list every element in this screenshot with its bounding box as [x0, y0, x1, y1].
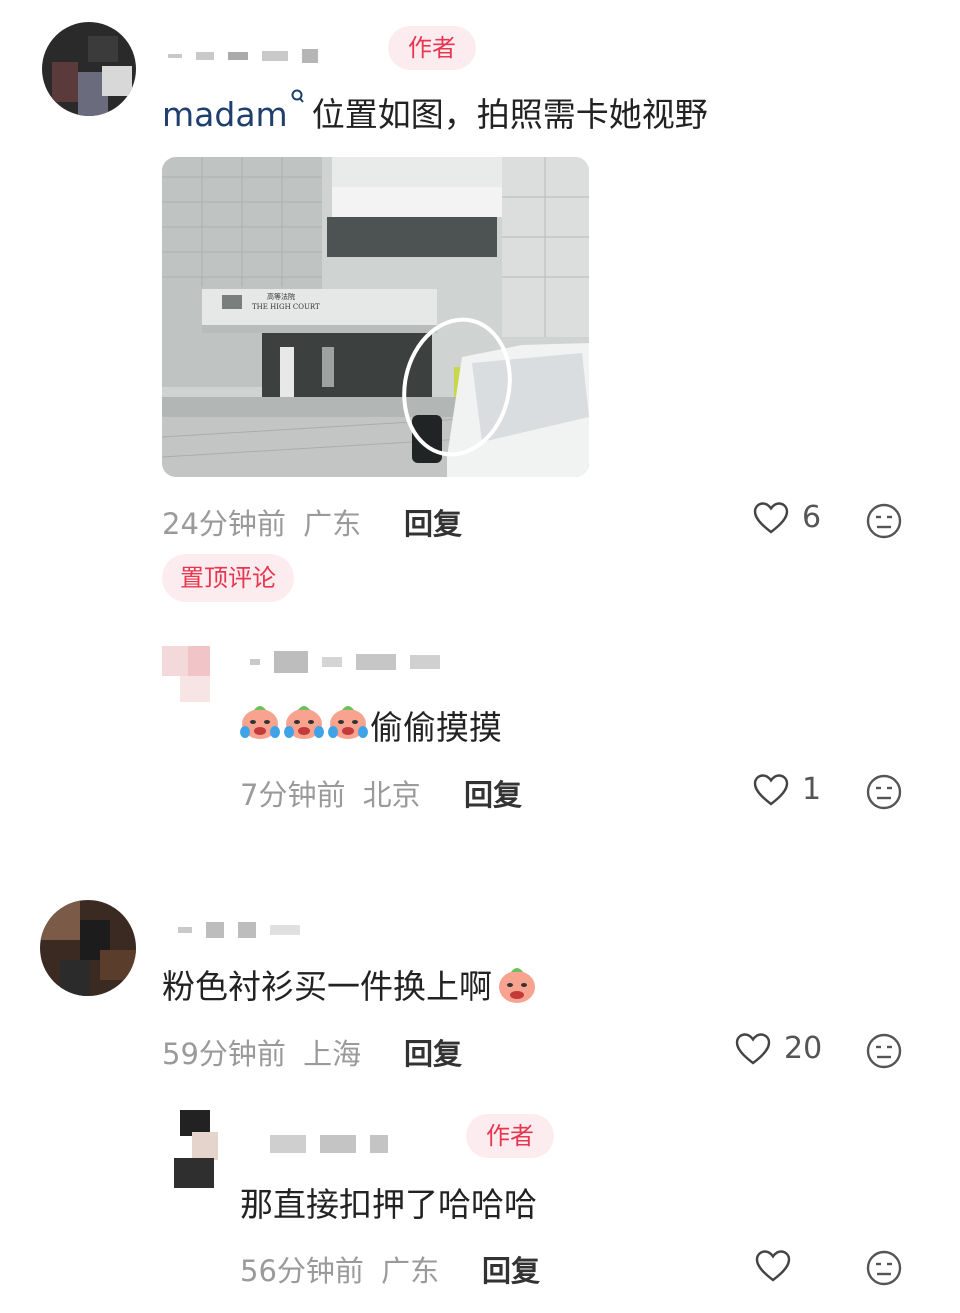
reply-location: 北京	[362, 778, 421, 812]
comment-time: 24分钟前	[162, 507, 286, 541]
reply-meta: 7分钟前 北京	[240, 772, 421, 814]
like-count: 6	[802, 500, 822, 535]
heart-icon	[753, 501, 789, 534]
reply-time: 7分钟前	[240, 778, 346, 812]
author-badge: 作者	[466, 1114, 554, 1158]
author-name[interactable]	[178, 918, 300, 942]
like-button[interactable]: 1	[752, 772, 821, 807]
comment-body: 位置如图，拍照需卡她视野	[311, 95, 708, 134]
reply-button[interactable]: 回复	[482, 1248, 540, 1290]
crying-peach-emoji	[240, 700, 370, 750]
reply-body: 偷偷摸摸	[370, 708, 502, 747]
heart-icon	[735, 1032, 771, 1065]
comment-meta: 24分钟前 广东	[162, 501, 361, 543]
avatar[interactable]	[162, 646, 234, 702]
heart-icon	[755, 1250, 791, 1282]
avatar[interactable]	[40, 900, 136, 996]
like-count: 20	[784, 1031, 823, 1066]
comment-photo[interactable]: 高等法院 THE HIGH COURT	[162, 157, 589, 477]
heart-icon	[753, 773, 789, 806]
author-name[interactable]	[250, 650, 440, 674]
reply-location: 广东	[381, 1254, 440, 1288]
comment-location: 广东	[303, 507, 362, 541]
comment-text: madam 位置如图，拍照需卡她视野	[162, 88, 708, 136]
smiley-face-icon[interactable]	[865, 1249, 903, 1287]
pinned-badge: 置顶评论	[162, 554, 294, 602]
author-badge: 作者	[388, 26, 476, 70]
avatar[interactable]	[168, 1110, 234, 1188]
author-name[interactable]	[270, 1132, 388, 1156]
smiley-face-icon[interactable]	[865, 502, 903, 540]
reply-button[interactable]: 回复	[404, 501, 462, 543]
mention-link[interactable]: madam	[162, 95, 288, 134]
reply-text: 偷偷摸摸	[240, 700, 502, 750]
reply-button[interactable]: 回复	[404, 1031, 462, 1073]
like-count: 1	[802, 772, 822, 807]
like-button[interactable]	[754, 1249, 804, 1283]
court-sign-cn: 高等法院	[267, 292, 295, 301]
like-button[interactable]: 6	[752, 500, 821, 535]
comment-meta: 59分钟前 上海	[162, 1031, 361, 1073]
court-sign-en: THE HIGH COURT	[252, 303, 320, 311]
comment-location: 上海	[303, 1037, 362, 1071]
crying-peach-emoji	[499, 968, 535, 1003]
reply-meta: 56分钟前 广东	[240, 1248, 439, 1290]
reply-text: 那直接扣押了哈哈哈	[240, 1185, 537, 1224]
court-building-photo: 高等法院 THE HIGH COURT	[162, 157, 589, 477]
comment-text: 粉色衬衫买一件换上啊	[162, 960, 538, 1008]
author-name[interactable]	[168, 44, 318, 68]
comment-body: 粉色衬衫买一件换上啊	[162, 967, 492, 1006]
like-button[interactable]: 20	[734, 1031, 822, 1066]
smiley-face-icon[interactable]	[865, 773, 903, 811]
comment-time: 59分钟前	[162, 1037, 286, 1071]
smiley-face-icon[interactable]	[865, 1032, 903, 1070]
search-icon	[291, 89, 304, 103]
reply-button[interactable]: 回复	[464, 772, 522, 814]
reply-time: 56分钟前	[240, 1254, 364, 1288]
avatar[interactable]	[42, 22, 136, 116]
